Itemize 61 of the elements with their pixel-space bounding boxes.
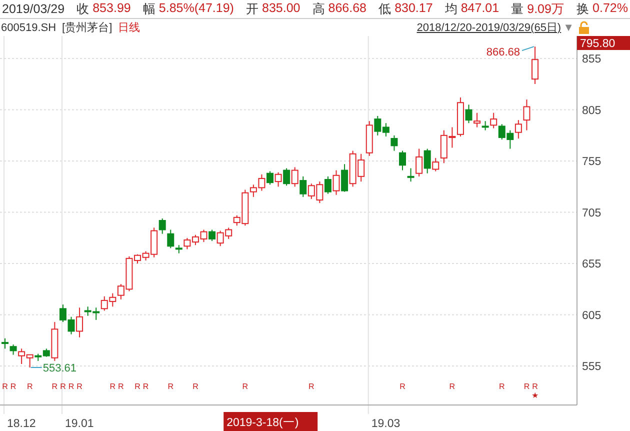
high-price-label: 866.68 — [486, 46, 520, 59]
axis-label: 19.01 — [64, 418, 94, 430]
candlestick — [532, 46, 538, 84]
leader-line — [30, 366, 42, 368]
quote-label: 高 — [312, 0, 326, 18]
lock-icon[interactable] — [578, 20, 590, 34]
quote-label: 量 — [511, 0, 524, 18]
quote-value: 835.00 — [262, 0, 300, 16]
quote-value: 9.09万 — [527, 0, 564, 18]
stock-name: [贵州茅台] — [62, 20, 112, 35]
date-range-link[interactable]: 2018/12/20-2019/03/29(65日) — [416, 20, 562, 35]
quote-value: 866.68 — [328, 0, 367, 16]
quote-value: 853.99 — [92, 0, 131, 16]
quote-label: 低 — [378, 0, 392, 18]
dropdown-button[interactable]: ▼ — [563, 22, 574, 34]
axis-label: 705 — [582, 207, 602, 220]
marker-label: R — [60, 382, 66, 391]
marker-label: R — [400, 382, 406, 391]
axis-label: 855 — [582, 54, 602, 66]
axis-label: 555 — [582, 361, 602, 374]
cursor-date-label: 2019-3-18(一) — [224, 412, 318, 431]
star-icon: ★ — [532, 391, 538, 400]
marker-label: R — [26, 382, 33, 391]
quote-label: 幅 — [142, 0, 156, 18]
marker-label: R — [449, 382, 456, 391]
quote-label: 收 — [76, 0, 90, 18]
axis-label: 19.03 — [371, 418, 400, 430]
axis-label: 605 — [582, 310, 602, 322]
quote-label: 换 — [576, 0, 590, 18]
marker-label: R — [110, 382, 116, 391]
marker-label: R — [498, 382, 505, 391]
marker-label: R — [118, 382, 124, 391]
axis-label: 805 — [582, 104, 602, 117]
axis-label: 755 — [582, 156, 602, 168]
marker-label: R — [52, 382, 58, 391]
quote-value: 0.72% — [592, 0, 628, 16]
marker-label: R — [242, 382, 248, 391]
quote-date: 2019/03/29 — [2, 2, 65, 16]
marker-label: R — [134, 382, 140, 391]
quote-label: 均 — [444, 0, 458, 18]
quote-value: 847.01 — [460, 0, 500, 16]
marker-label: R — [168, 382, 174, 391]
marker-label: R — [142, 382, 149, 391]
marker-label: R — [10, 382, 16, 391]
axis-label: 655 — [582, 258, 602, 271]
quote-label: 开 — [246, 0, 259, 18]
marker-label: R — [192, 382, 198, 391]
marker-label: R — [76, 382, 82, 391]
marker-label: R — [524, 382, 530, 391]
low-price-label: 553.61 — [42, 362, 76, 374]
marker-label: R — [68, 382, 74, 391]
leader-line — [522, 46, 534, 52]
marker-label: R — [532, 382, 538, 391]
marker-label: R — [2, 382, 8, 391]
stock-symbol: 600519.SH — [1, 22, 56, 34]
marker-label: R — [308, 382, 314, 391]
cursor-price-label: 795.80 — [577, 36, 630, 50]
quote-value: 830.17 — [394, 0, 433, 16]
period-label: 日线 — [118, 21, 140, 35]
quote-value: 5.85%(47.19) — [158, 0, 234, 17]
axis-label: 18.12 — [7, 418, 36, 430]
